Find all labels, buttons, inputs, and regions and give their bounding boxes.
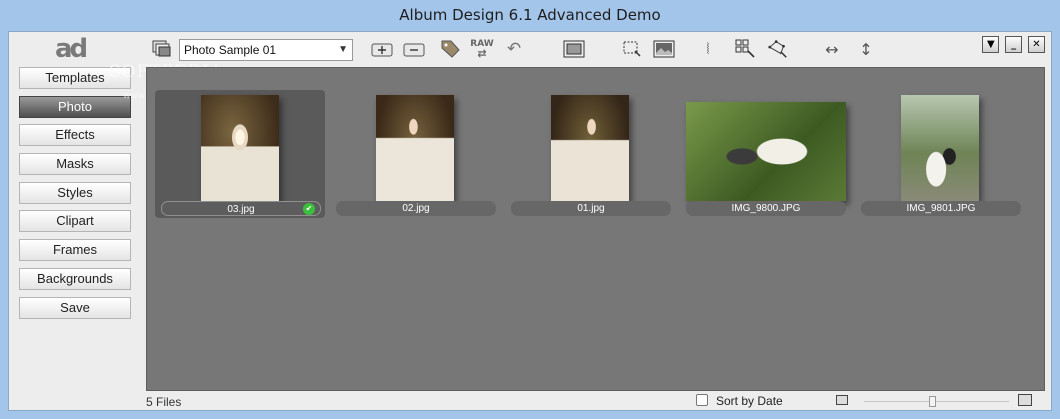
app-logo: ad	[55, 34, 88, 64]
zoom-slider[interactable]	[864, 396, 1009, 407]
fit-icon[interactable]	[563, 38, 585, 60]
photo-caption: 01.jpg	[511, 201, 671, 216]
sidebar-item-masks[interactable]: Masks	[19, 153, 131, 176]
album-select-value: Photo Sample 01	[184, 43, 277, 57]
photo-filename: 02.jpg	[402, 203, 430, 214]
sidebar-item-styles[interactable]: Styles	[19, 181, 131, 204]
photo-image	[686, 102, 846, 201]
sidebar-item-photo[interactable]: Photo	[19, 95, 131, 118]
raw-icon[interactable]: RAW ⇄	[470, 38, 493, 60]
files-count: 5 Files	[146, 395, 182, 409]
crop-select-icon[interactable]	[621, 38, 643, 60]
close-button[interactable]: ✕	[1028, 36, 1045, 53]
status-bar: 5 Files Sort by Date	[146, 393, 1045, 411]
zoom-slider-thumb[interactable]	[929, 396, 936, 407]
toolbar: Photo Sample 01 ▼ RAW ⇄ ↶ ⦚ ↔ ↕	[145, 36, 975, 62]
sidebar-item-backgrounds[interactable]: Backgrounds	[19, 267, 131, 290]
photo-filename: IMG_9800.JPG	[731, 203, 801, 214]
image-icon[interactable]	[653, 38, 675, 60]
app-window: ad Photo Sample 01 ▼ RAW ⇄ ↶ ⦚ ↔ ↕ ▼ _ ✕…	[8, 31, 1052, 411]
sidebar-item-save[interactable]: Save	[19, 296, 131, 319]
photo-caption: 02.jpg	[336, 201, 496, 216]
zoom-out-icon[interactable]	[836, 395, 848, 405]
tag-icon[interactable]	[439, 38, 461, 60]
photo-browser[interactable]: 03.jpg ✔ 02.jpg 01.jpg IMG_9800.JPG IMG_…	[146, 67, 1045, 391]
photo-thumbnail[interactable]: 01.jpg	[505, 90, 675, 218]
flip-horizontal-icon[interactable]: ↔	[821, 38, 843, 60]
clip-icon[interactable]: ⦚	[697, 38, 719, 60]
polygon-select-icon[interactable]	[767, 38, 789, 60]
window-title: Album Design 6.1 Advanced Demo	[399, 6, 661, 24]
photo-image	[376, 95, 454, 201]
minimize-button[interactable]: _	[1005, 36, 1023, 53]
flip-vertical-icon[interactable]: ↕	[855, 38, 877, 60]
photo-thumbnail[interactable]: IMG_9800.JPG	[680, 90, 850, 218]
photo-filename: 03.jpg	[227, 204, 255, 215]
remove-icon[interactable]	[403, 38, 425, 60]
photo-filename: IMG_9801.JPG	[906, 203, 976, 214]
menu-button[interactable]: ▼	[982, 36, 1000, 53]
photo-caption: IMG_9800.JPG	[686, 201, 846, 216]
rotate-icon[interactable]: ↶	[503, 38, 525, 60]
check-icon: ✔	[303, 203, 315, 215]
sort-by-date-checkbox[interactable]	[696, 394, 708, 406]
photo-thumbnail[interactable]: 02.jpg	[330, 90, 500, 218]
photo-caption: IMG_9801.JPG	[861, 201, 1021, 216]
sidebar: Templates Photo Effects Masks Styles Cli…	[19, 67, 131, 325]
photo-thumbnail[interactable]: IMG_9801.JPG	[855, 90, 1025, 218]
add-icon[interactable]	[371, 38, 393, 60]
sort-by-date-label: Sort by Date	[716, 394, 783, 408]
window-controls: ▼ _ ✕	[980, 36, 1045, 54]
photo-image	[901, 95, 979, 201]
grid-select-icon[interactable]	[735, 38, 757, 60]
photo-caption: 03.jpg ✔	[161, 201, 321, 216]
sidebar-item-clipart[interactable]: Clipart	[19, 210, 131, 233]
sidebar-item-frames[interactable]: Frames	[19, 239, 131, 262]
photo-thumbnail[interactable]: 03.jpg ✔	[155, 90, 325, 218]
photo-filename: 01.jpg	[577, 203, 605, 214]
chevron-down-icon: ▼	[338, 44, 348, 55]
album-select[interactable]: Photo Sample 01 ▼	[179, 39, 353, 61]
albums-icon[interactable]	[151, 38, 173, 60]
photo-image	[201, 95, 279, 201]
title-bar: Album Design 6.1 Advanced Demo	[0, 0, 1060, 31]
zoom-in-icon[interactable]	[1018, 394, 1032, 406]
photo-image	[551, 95, 629, 201]
sidebar-item-effects[interactable]: Effects	[19, 124, 131, 147]
